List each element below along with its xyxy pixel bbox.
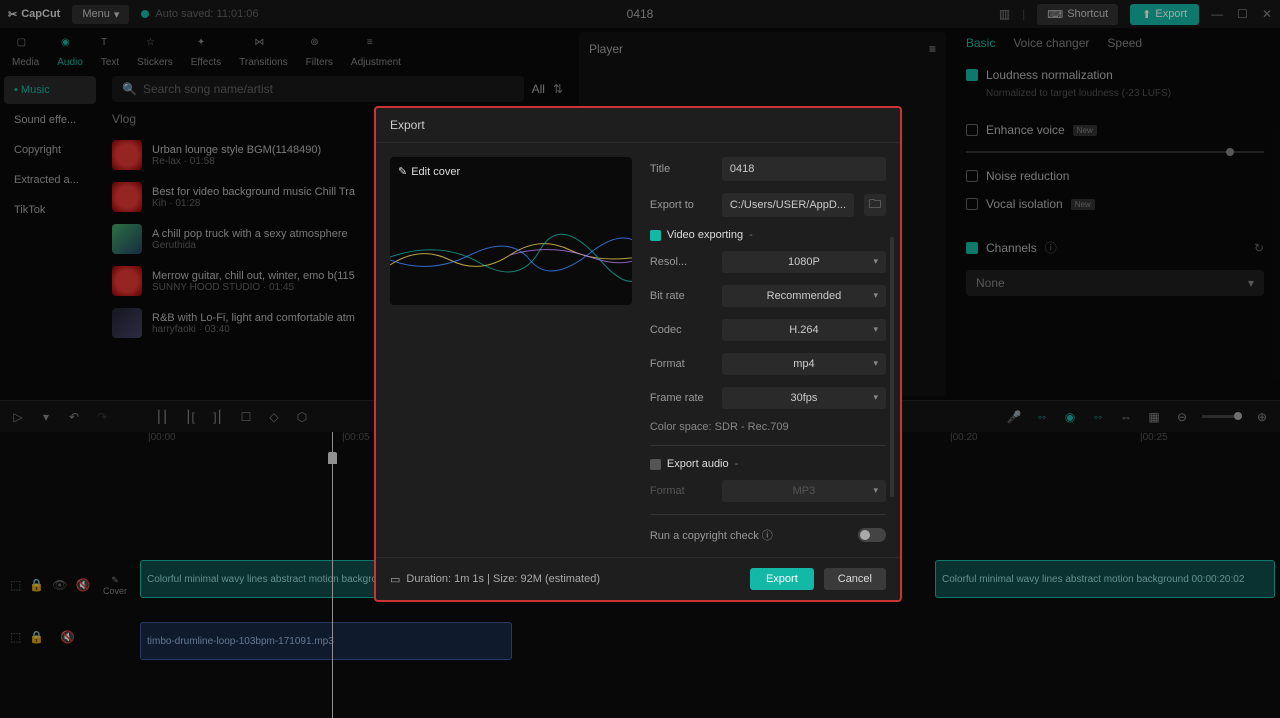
folder-icon: 🗀 (869, 195, 881, 216)
cancel-button[interactable]: Cancel (824, 568, 886, 590)
pencil-icon: ✎ (398, 165, 407, 178)
resolution-label: Resol... (650, 256, 712, 268)
exportto-label: Export to (650, 199, 712, 211)
browse-folder-button[interactable]: 🗀 (864, 194, 886, 216)
info-icon[interactable]: ⓘ (762, 530, 773, 542)
colorspace-info: Color space: SDR - Rec.709 (650, 421, 886, 433)
framerate-select[interactable]: 30fps (722, 387, 886, 409)
footer-info: Duration: 1m 1s | Size: 92M (estimated) (406, 573, 600, 585)
bitrate-label: Bit rate (650, 290, 712, 302)
modal-overlay: Export ✎Edit cover Title 0418 (0, 0, 1280, 718)
collapse-icon[interactable]: - (735, 458, 739, 470)
video-export-checkbox[interactable] (650, 230, 661, 241)
exportto-input[interactable]: C:/Users/USER/AppD... (722, 193, 854, 217)
title-label: Title (650, 163, 712, 175)
waveform-art (390, 225, 632, 285)
framerate-label: Frame rate (650, 392, 712, 404)
resolution-select[interactable]: 1080P (722, 251, 886, 273)
title-input[interactable]: 0418 (722, 157, 886, 181)
copyright-toggle[interactable] (858, 528, 886, 542)
edit-cover-button[interactable]: ✎Edit cover (398, 165, 460, 178)
cover-preview[interactable]: ✎Edit cover (390, 157, 632, 305)
collapse-icon[interactable]: - (749, 229, 753, 241)
video-exporting-label: Video exporting (667, 229, 743, 241)
bitrate-select[interactable]: Recommended (722, 285, 886, 307)
export-audio-label: Export audio (667, 458, 729, 470)
format-select[interactable]: mp4 (722, 353, 886, 375)
export-confirm-button[interactable]: Export (750, 568, 814, 590)
modal-title: Export (376, 108, 900, 143)
codec-label: Codec (650, 324, 712, 336)
audio-export-checkbox[interactable] (650, 459, 661, 470)
scrollbar[interactable] (890, 237, 894, 497)
audio-format-select[interactable]: MP3 (722, 480, 886, 502)
export-modal: Export ✎Edit cover Title 0418 (374, 106, 902, 602)
codec-select[interactable]: H.264 (722, 319, 886, 341)
duration-icon: ▭ (390, 573, 400, 586)
copyright-label: Run a copyright check (650, 530, 759, 542)
format-label: Format (650, 358, 712, 370)
audio-format-label: Format (650, 485, 712, 497)
